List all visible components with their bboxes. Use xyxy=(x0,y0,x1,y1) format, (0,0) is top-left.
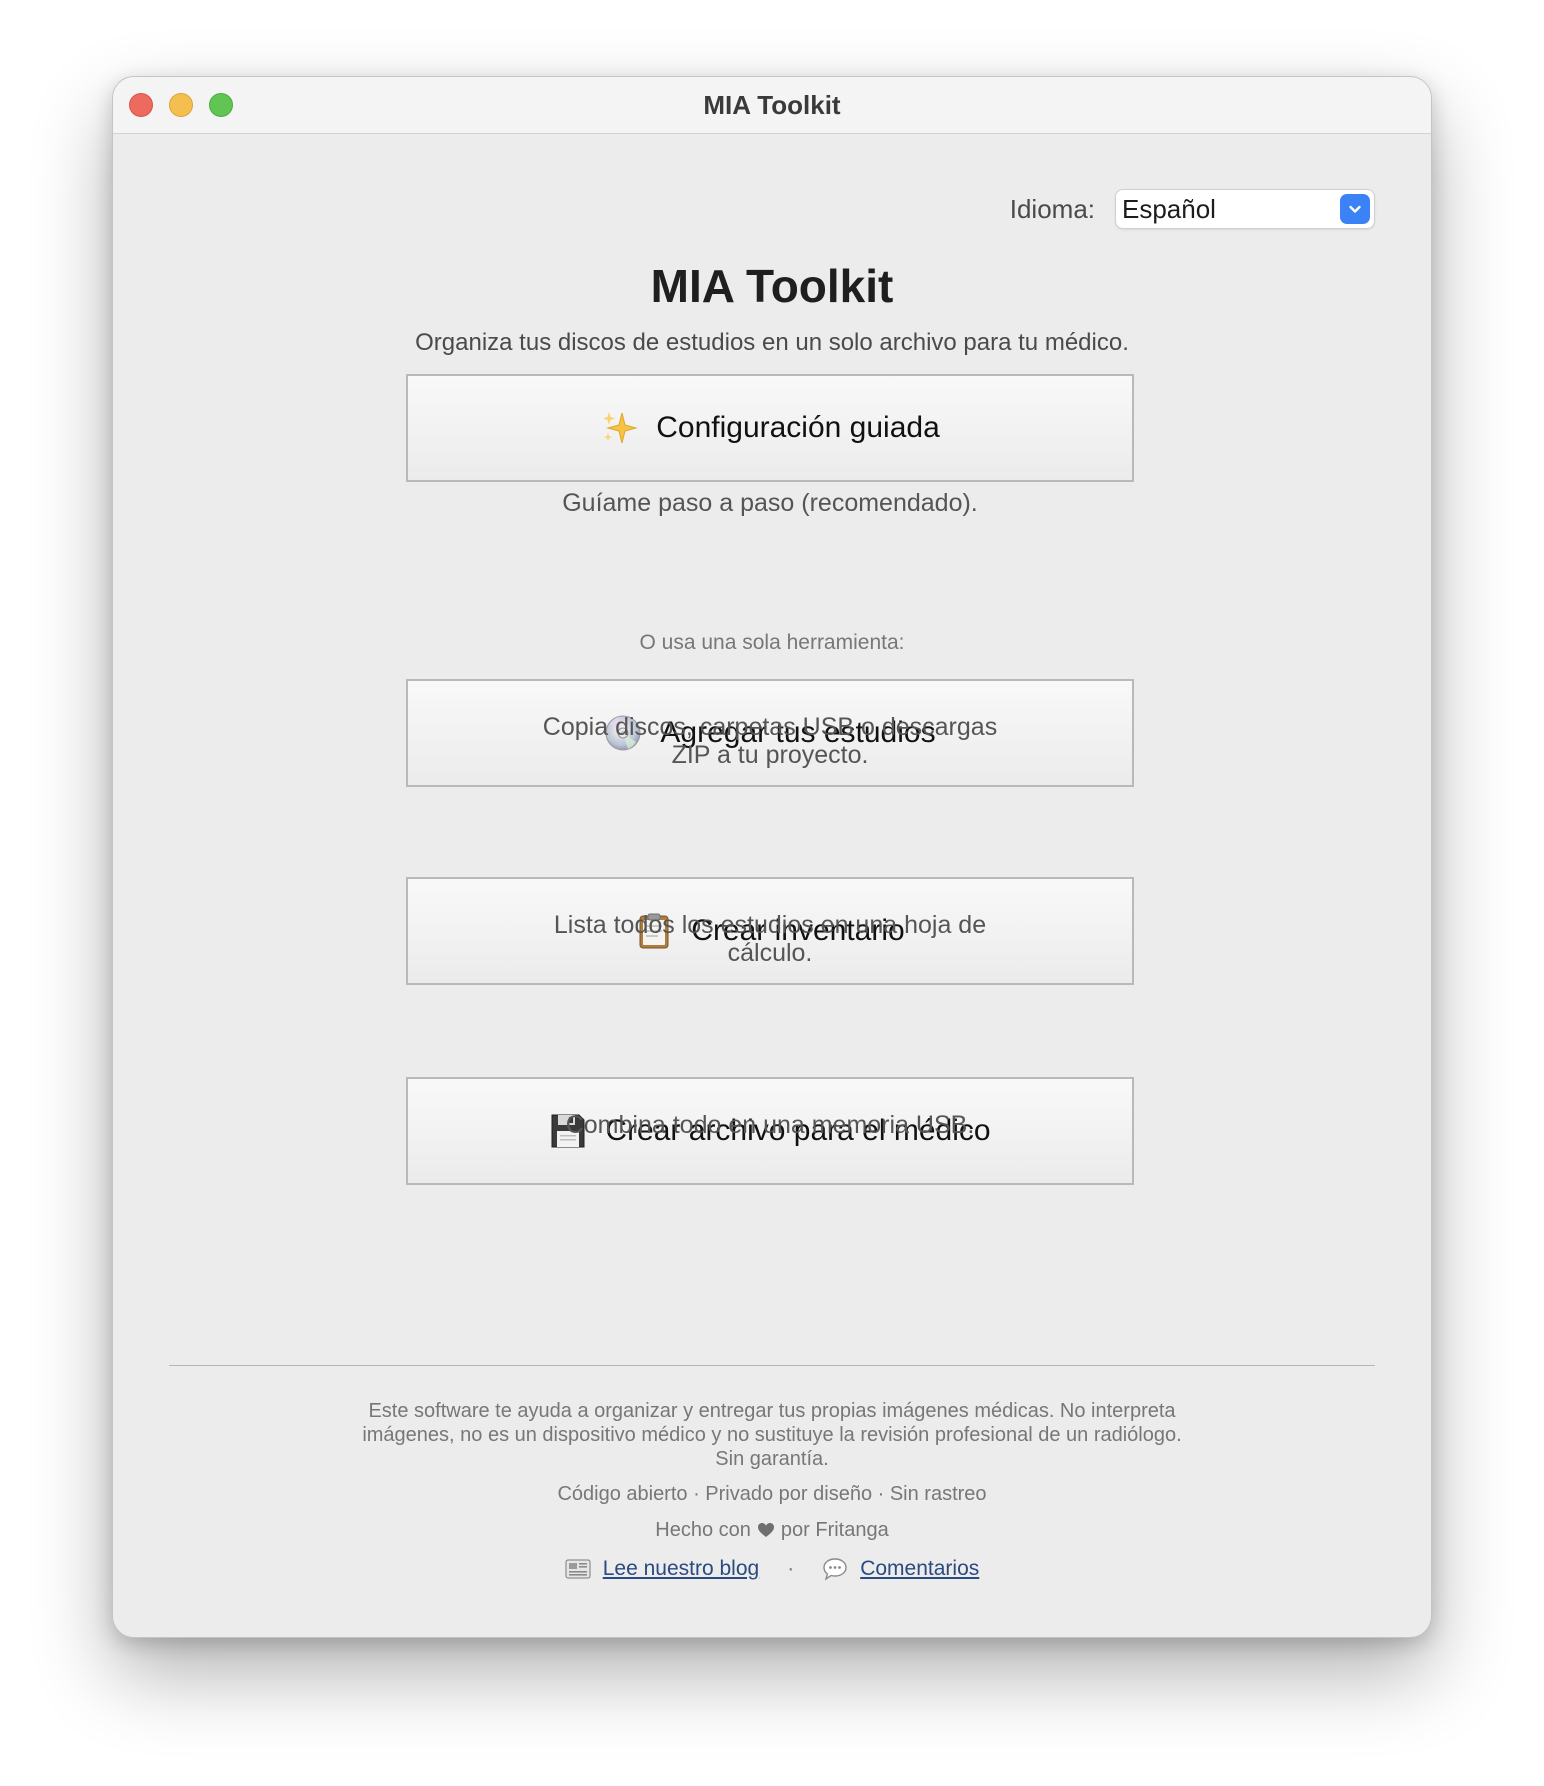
made-with-suffix: por Fritanga xyxy=(780,1519,889,1541)
heart-icon xyxy=(757,1521,775,1544)
create-doctor-archive-description: Combina todo en una memoria USB. xyxy=(565,1111,975,1139)
newspaper-icon xyxy=(565,1558,591,1580)
language-label: Idioma: xyxy=(1009,193,1095,224)
footer-links: Lee nuestro blog · Comentarios xyxy=(113,1557,1431,1581)
sparkles-icon xyxy=(600,409,639,447)
link-separator: · xyxy=(787,1557,795,1580)
window-title: MIA Toolkit xyxy=(703,90,841,120)
blog-link[interactable]: Lee nuestro blog xyxy=(603,1557,759,1581)
disclaimer-line-3: Sin garantía. xyxy=(715,1448,829,1470)
page-title: MIA Toolkit xyxy=(650,260,894,312)
feedback-link[interactable]: Comentarios xyxy=(860,1557,979,1581)
disclaimer: Este software te ayuda a organizar y ent… xyxy=(303,1399,1241,1471)
made-with-love: Hecho con por Fritanga xyxy=(113,1519,1431,1544)
speech-bubble-icon xyxy=(822,1557,848,1581)
guided-setup-description: Guíame paso a paso (recomendado). xyxy=(562,489,978,517)
footer-values: Código abierto · Privado por diseño · Si… xyxy=(557,1483,987,1505)
language-selected-value: Español xyxy=(1122,194,1216,224)
chevron-down-icon xyxy=(1340,194,1370,224)
guided-setup-label: Configuración guiada xyxy=(656,411,940,444)
made-with-prefix: Hecho con xyxy=(655,1519,751,1541)
footer-divider xyxy=(169,1365,1375,1366)
language-selector-row: Idioma: Español xyxy=(1010,189,1375,229)
title-bar: MIA Toolkit xyxy=(113,77,1431,134)
disclaimer-line-1: Este software te ayuda a organizar y ent… xyxy=(368,1400,1176,1422)
create-inventory-description-line-2: cálculo. xyxy=(727,939,813,967)
page-subtitle: Organiza tus discos de estudios en un so… xyxy=(415,329,1129,356)
language-select[interactable]: Español xyxy=(1115,189,1375,229)
guided-setup-button[interactable]: Configuración guiada xyxy=(406,374,1134,482)
disclaimer-line-2: imágenes, no es un dispositivo médico y … xyxy=(362,1424,1182,1446)
add-studies-description-line-2: ZIP a tu proyecto. xyxy=(671,741,869,769)
app-window: MIA Toolkit Idioma: Español MIA Toolkit … xyxy=(112,76,1432,1638)
tools-section-label: O usa una sola herramienta: xyxy=(639,631,905,654)
